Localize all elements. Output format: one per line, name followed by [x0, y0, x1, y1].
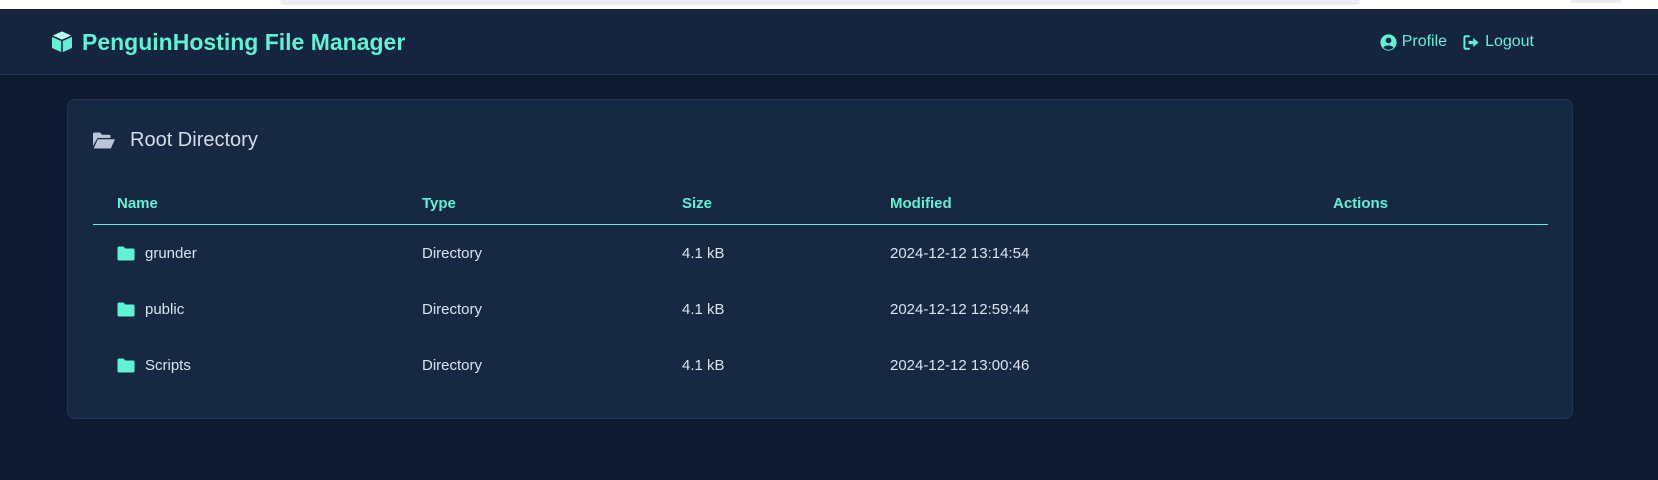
file-table: Name Type Size Modified Actions grunder …	[93, 180, 1548, 393]
folder-icon	[117, 246, 135, 261]
profile-link[interactable]: Profile	[1380, 33, 1447, 51]
folder-icon	[117, 358, 135, 373]
brand[interactable]: PenguinHosting File Manager	[50, 28, 405, 56]
file-name: public	[145, 301, 185, 318]
file-modified: 2024-12-12 13:00:46	[890, 357, 1030, 374]
file-name-link[interactable]: grunder	[117, 245, 197, 262]
file-name-link[interactable]: public	[117, 301, 184, 318]
file-size: 4.1 kB	[682, 301, 725, 318]
file-browser-panel: Root Directory Name Type Size Modified A…	[67, 99, 1573, 419]
logout-link-label: Logout	[1485, 33, 1534, 50]
column-header-type[interactable]: Type	[422, 195, 456, 212]
file-type: Directory	[422, 357, 483, 374]
brand-title: PenguinHosting File Manager	[82, 28, 406, 55]
file-name: grunder	[145, 245, 197, 262]
browser-chrome-strip	[0, 0, 1658, 9]
file-name: Scripts	[145, 357, 191, 374]
column-header-actions: Actions	[1333, 195, 1389, 212]
folder-icon	[117, 302, 135, 317]
file-type: Directory	[422, 301, 483, 318]
folder-open-icon	[92, 131, 116, 150]
navbar: PenguinHosting File Manager Profile Logo…	[0, 9, 1658, 75]
file-modified: 2024-12-12 13:14:54	[890, 245, 1030, 262]
nav-links: Profile Logout	[1380, 31, 1534, 53]
column-header-size[interactable]: Size	[682, 195, 712, 212]
logout-link[interactable]: Logout	[1463, 33, 1534, 51]
table-row: grunder Directory 4.1 kB 2024-12-12 13:1…	[93, 225, 1548, 281]
panel-header: Root Directory	[92, 126, 258, 154]
column-header-modified[interactable]: Modified	[890, 195, 952, 212]
file-modified: 2024-12-12 12:59:44	[890, 301, 1030, 318]
table-row: Scripts Directory 4.1 kB 2024-12-12 13:0…	[93, 337, 1548, 393]
file-type: Directory	[422, 245, 483, 262]
column-header-name[interactable]: Name	[117, 195, 158, 212]
file-size: 4.1 kB	[682, 357, 725, 374]
browser-address-bar[interactable]	[280, 0, 1360, 5]
table-row: public Directory 4.1 kB 2024-12-12 12:59…	[93, 281, 1548, 337]
profile-link-label: Profile	[1401, 33, 1448, 50]
user-circle-icon	[1380, 33, 1397, 51]
browser-button[interactable]	[1570, 0, 1622, 3]
panel-title: Root Directory	[130, 128, 258, 151]
file-name-link[interactable]: Scripts	[117, 357, 191, 374]
table-header: Name Type Size Modified Actions	[93, 180, 1548, 225]
sign-out-icon	[1463, 34, 1480, 50]
cube-icon	[50, 30, 74, 54]
file-size: 4.1 kB	[682, 245, 725, 262]
